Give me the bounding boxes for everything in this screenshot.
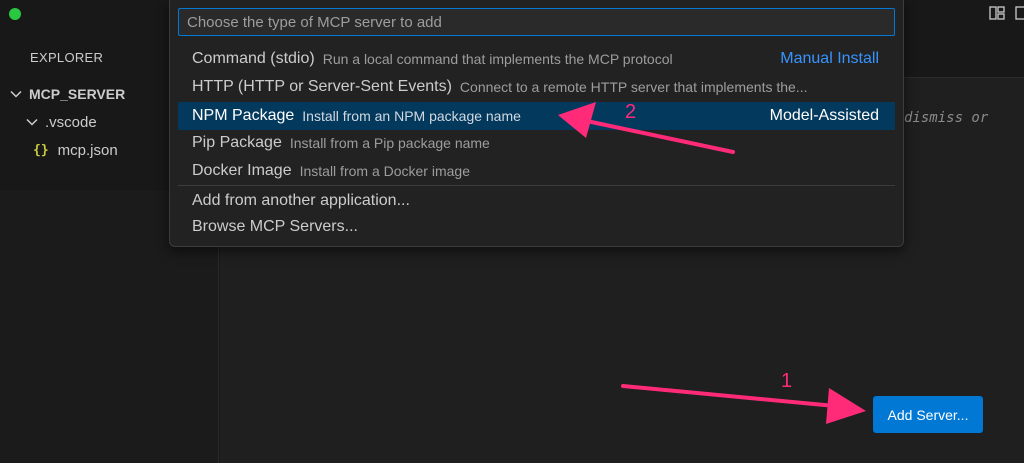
quickpick-item-http[interactable]: HTTP (HTTP or Server-Sent Events) Connec… <box>178 73 895 101</box>
json-braces-icon: {} <box>33 142 49 158</box>
item-label: Pip Package <box>192 134 282 151</box>
item-label: NPM Package <box>192 107 295 124</box>
add-server-button[interactable]: Add Server... <box>873 396 983 433</box>
mcp-server-type-quickpick: Command (stdio) Run a local command that… <box>169 0 904 247</box>
item-description: Install from a Docker image <box>299 163 470 179</box>
quickpick-separator <box>178 185 895 186</box>
item-label: Browse MCP Servers... <box>192 218 358 235</box>
vscode-window: EXPLORER MCP_SERVER .vscode {} mcp.json … <box>0 0 1024 463</box>
layout-toggle-icon[interactable] <box>988 4 1006 22</box>
manual-install-link[interactable]: Manual Install <box>768 50 879 68</box>
annotation-step-1: 1 <box>781 370 793 392</box>
quickpick-item-docker-image[interactable]: Docker Image Install from a Docker image <box>178 157 895 185</box>
tree-item-label: MCP_SERVER <box>29 86 126 102</box>
chevron-down-icon <box>26 118 38 126</box>
item-description: Install from an NPM package name <box>302 108 521 124</box>
chevron-down-icon <box>10 90 22 98</box>
window-control-icon[interactable] <box>9 8 21 20</box>
quickpick-item-browse-servers[interactable]: Browse MCP Servers... <box>178 213 895 241</box>
explorer-header: EXPLORER <box>30 50 104 65</box>
quickpick-item-command-stdio[interactable]: Command (stdio) Run a local command that… <box>178 45 895 73</box>
item-label: HTTP (HTTP or Server-Sent Events) <box>192 78 452 95</box>
tree-item-label: .vscode <box>45 113 97 131</box>
annotation-step-2: 2 <box>625 101 637 123</box>
quickpick-item-pip-package[interactable]: Pip Package Install from a Pip package n… <box>178 129 895 157</box>
editor-hint-text: dismiss or <box>904 110 989 126</box>
quickpick-item-add-from-app[interactable]: Add from another application... <box>178 187 895 215</box>
sidebar-toggle-icon[interactable] <box>1014 4 1024 22</box>
quickpick-item-npm-package[interactable]: NPM Package Install from an NPM package … <box>178 102 895 130</box>
item-description: Run a local command that implements the … <box>322 51 673 67</box>
item-label: Docker Image <box>192 162 292 179</box>
item-label: Add from another application... <box>192 192 410 209</box>
item-description: Connect to a remote HTTP server that imp… <box>459 79 808 95</box>
tree-item-label: mcp.json <box>57 141 118 159</box>
item-label: Command (stdio) <box>192 50 315 67</box>
model-assisted-label: Model-Assisted <box>769 107 879 124</box>
quickpick-input[interactable] <box>178 8 895 36</box>
item-description: Install from a Pip package name <box>289 135 490 151</box>
